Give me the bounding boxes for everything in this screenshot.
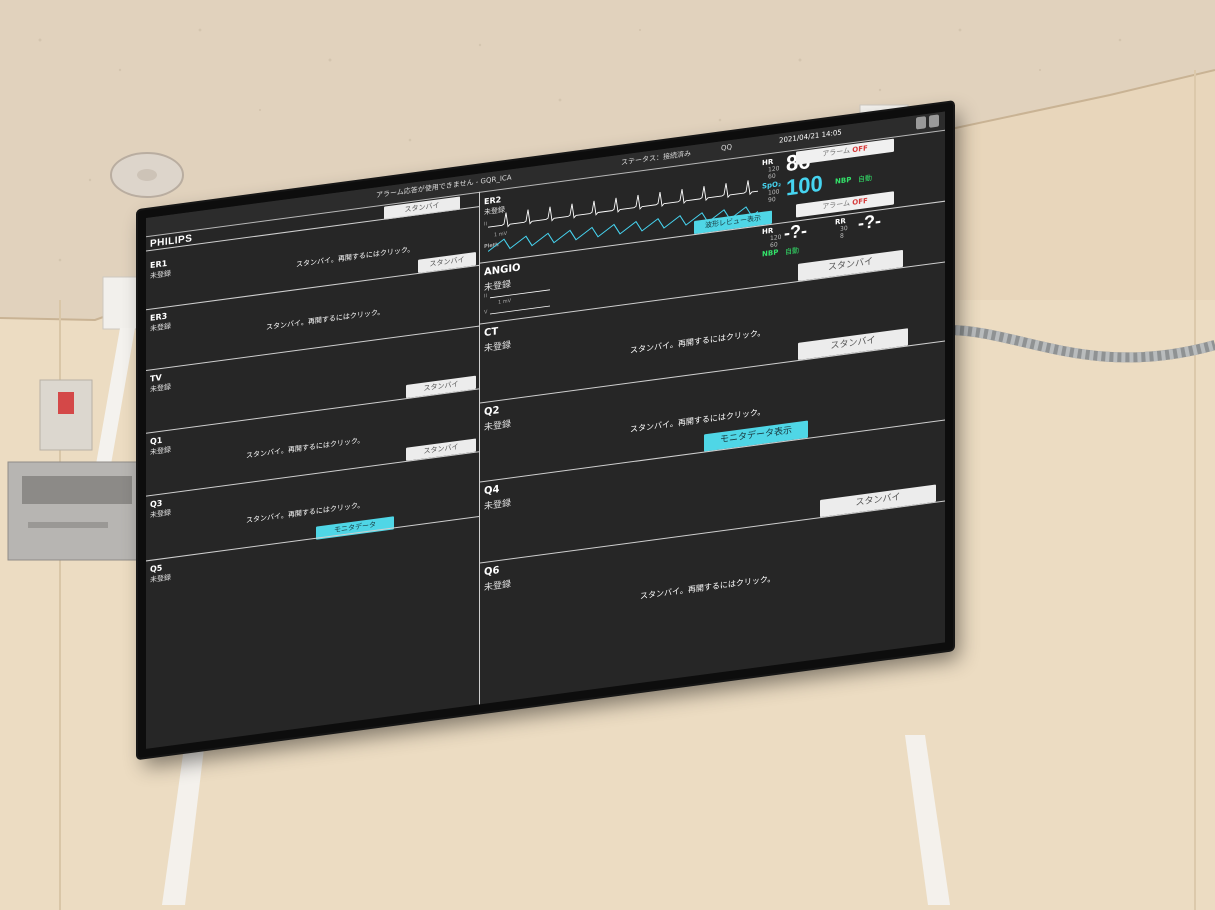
standby-message[interactable]: スタンバイ。再開するにはクリック。 xyxy=(630,327,765,356)
scale-label: 1 mV xyxy=(498,298,512,306)
bed-status: 未登録 xyxy=(484,498,512,513)
bed-name: Q2 xyxy=(484,404,500,419)
bed-status: 未登録 xyxy=(484,579,512,594)
bed-name: Q3 xyxy=(150,498,163,510)
hr-limits: 120 60 xyxy=(768,165,780,181)
hr-limits: 120 60 xyxy=(770,233,782,250)
bed-name: ANGIO xyxy=(484,262,521,279)
bed-status: 未登録 xyxy=(150,322,171,333)
bed-name: Q1 xyxy=(150,435,163,447)
spo2-value: 100 xyxy=(786,170,823,201)
bed-status: 未登録 xyxy=(150,445,171,457)
bed-name: Q5 xyxy=(150,563,163,575)
bed-status: 未登録 xyxy=(484,340,512,355)
bed-name: CT xyxy=(484,326,499,340)
bed-name: TV xyxy=(150,372,162,384)
spo2-limits: 100 90 xyxy=(768,188,780,205)
nbp-label: NBP xyxy=(762,248,779,259)
bed-status: 未登録 xyxy=(150,508,171,520)
nbp-mode: 自動 xyxy=(858,173,872,184)
bed-name: Q6 xyxy=(484,564,500,579)
central-monitor: アラーム応答が使用できません - GQR_ICA ステータス：接続済み QQ 2… xyxy=(138,102,953,759)
hr-value: -?- xyxy=(784,220,807,244)
user-icon[interactable] xyxy=(929,114,939,128)
bed-status: 未登録 xyxy=(150,573,171,585)
nbp-mode: 自動 xyxy=(785,246,799,257)
top-icons xyxy=(916,114,939,130)
rr-value: -?- xyxy=(858,210,881,234)
rr-limits: 30 8 xyxy=(840,224,848,240)
standby-message[interactable]: スタンバイ。再開するにはクリック。 xyxy=(296,244,414,270)
monitor-screen: アラーム応答が使用できません - GQR_ICA ステータス：接続済み QQ 2… xyxy=(146,111,945,749)
bed-name: Q4 xyxy=(484,483,500,498)
standby-message[interactable]: スタンバイ。再開するにはクリック。 xyxy=(640,573,775,602)
lead-label: II xyxy=(484,221,487,228)
qq-label: QQ xyxy=(721,142,733,153)
lead-v-label: V xyxy=(484,309,488,316)
bed-status: 未登録 xyxy=(150,269,171,281)
standby-message[interactable]: スタンバイ。再開するにはクリック。 xyxy=(246,435,364,461)
bed-status: 未登録 xyxy=(484,419,512,434)
nbp-label: NBP xyxy=(835,175,852,186)
standby-message[interactable]: スタンバイ。再開するにはクリック。 xyxy=(266,307,384,333)
bed-status: 未登録 xyxy=(150,382,171,394)
network-icon[interactable] xyxy=(916,116,926,130)
lead-ii-label: II xyxy=(484,293,487,300)
